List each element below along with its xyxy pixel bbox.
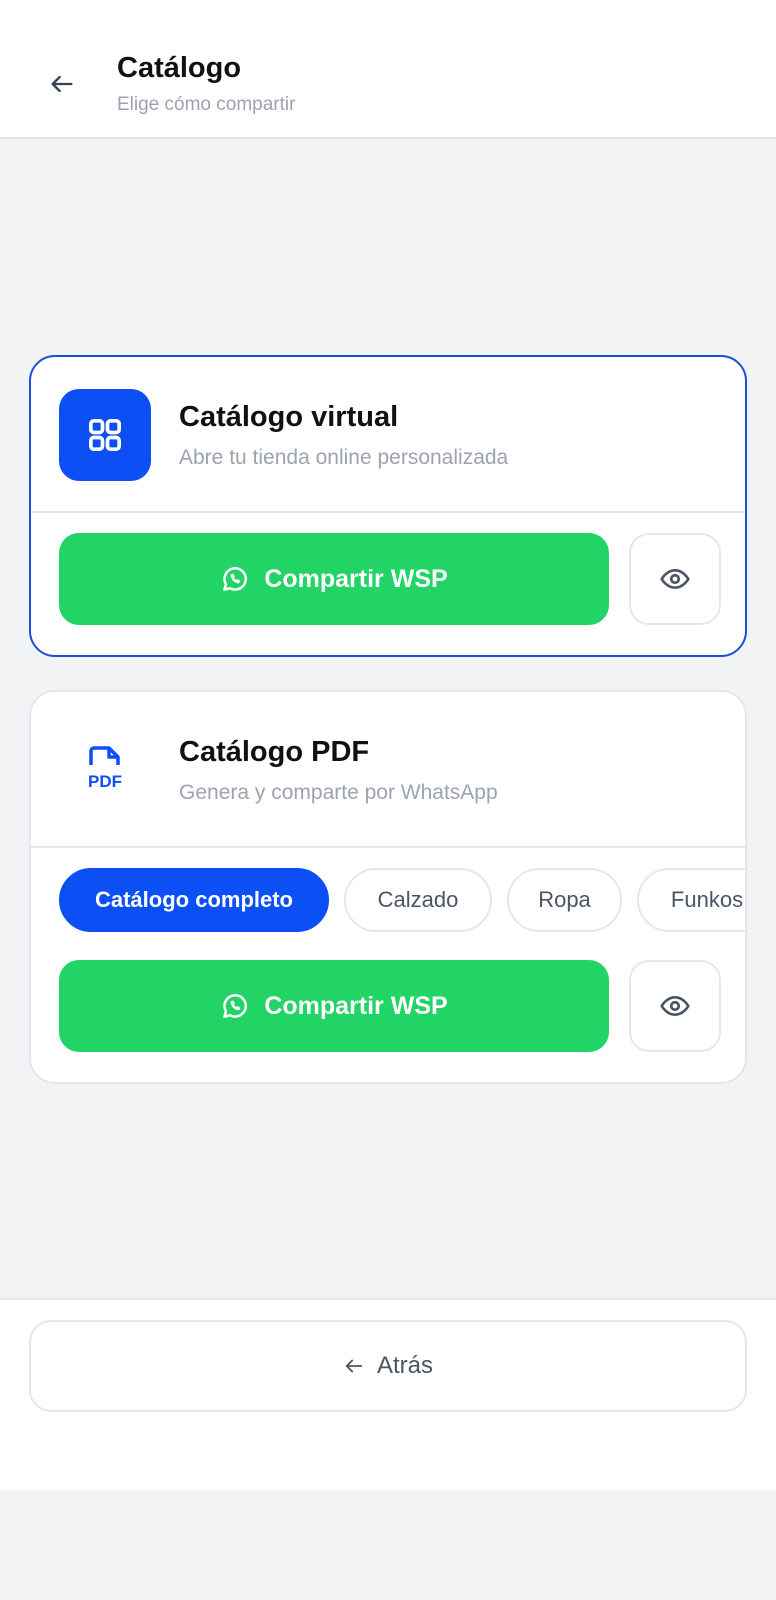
eye-icon	[660, 996, 690, 1016]
pdf-share-label: Compartir WSP	[264, 991, 448, 1020]
whatsapp-icon	[223, 567, 248, 591]
chip-calzado[interactable]: Calzado	[344, 868, 492, 932]
virtual-catalog-icon-badge	[59, 389, 151, 481]
page-subtitle: Elige cómo compartir	[117, 94, 296, 115]
virtual-share-whatsapp-button[interactable]: Compartir WSP	[59, 533, 609, 625]
pdf-catalog-title: Catálogo PDF	[179, 736, 370, 768]
pdf-catalog-subtitle: Genera y comparte por WhatsApp	[179, 781, 498, 804]
pdf-catalog-header: PDF Catálogo PDF Genera y comparte por W…	[31, 692, 745, 848]
pdf-preview-button[interactable]	[629, 960, 721, 1052]
pdf-catalog-icon-badge: PDF	[59, 724, 151, 816]
pdf-share-whatsapp-button[interactable]: Compartir WSP	[59, 960, 609, 1052]
whatsapp-icon	[223, 994, 248, 1018]
chip-funkos[interactable]: Funkos	[637, 868, 745, 932]
virtual-catalog-title: Catálogo virtual	[179, 401, 399, 433]
chip-catalogo-completo[interactable]: Catálogo completo	[59, 868, 329, 932]
virtual-catalog-subtitle: Abre tu tienda online personalizada	[179, 446, 509, 469]
back-button[interactable]: Atrás	[29, 1320, 747, 1412]
virtual-share-label: Compartir WSP	[264, 564, 448, 593]
back-button-label: Atrás	[376, 1352, 433, 1379]
virtual-catalog-header: Catálogo virtual Abre tu tienda online p…	[31, 357, 745, 513]
virtual-preview-button[interactable]	[629, 533, 721, 625]
pdf-catalog-actions: Compartir WSP	[59, 960, 721, 1052]
footer-bar: Atrás	[0, 1298, 776, 1490]
arrow-left-icon	[51, 75, 73, 93]
chip-ropa[interactable]: Ropa	[507, 868, 622, 932]
svg-text:PDF: PDF	[88, 772, 122, 791]
page-title: Catálogo	[117, 52, 242, 84]
pdf-file-icon: PDF	[88, 746, 122, 791]
category-chips[interactable]: Catálogo completo Calzado Ropa Funkos	[59, 868, 745, 934]
app-header: Catálogo Elige cómo compartir	[0, 0, 776, 139]
virtual-catalog-actions: Compartir WSP	[59, 533, 721, 625]
virtual-catalog-card[interactable]: Catálogo virtual Abre tu tienda online p…	[29, 355, 747, 657]
pdf-catalog-card[interactable]: PDF Catálogo PDF Genera y comparte por W…	[29, 690, 747, 1084]
back-arrow-button[interactable]	[38, 60, 86, 108]
eye-icon	[660, 569, 690, 589]
arrow-left-icon	[345, 1359, 363, 1373]
grid-icon	[89, 419, 122, 451]
